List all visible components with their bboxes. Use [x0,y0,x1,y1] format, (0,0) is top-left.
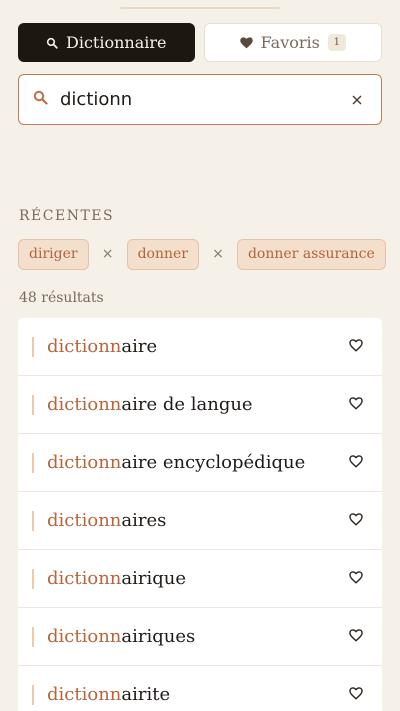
tab-dictionary[interactable]: Dictionnaire [18,23,195,62]
favorite-button[interactable] [344,567,368,591]
match-rest: airite [121,684,171,705]
match-rest: airique [121,568,186,589]
tab-favorites[interactable]: Favoris 1 [203,23,382,62]
heart-outline-icon [349,569,363,588]
row-accent-bar [32,452,34,473]
match-highlight: dictionn [47,684,122,705]
favorite-button[interactable] [344,625,368,649]
match-rest: aire [121,336,158,357]
heart-outline-icon [349,685,363,704]
remove-recent-button[interactable]: × [386,246,400,262]
favorite-button[interactable] [344,683,368,707]
match-highlight: dictionn [47,626,122,647]
heart-outline-icon [349,395,363,414]
favorite-button[interactable] [344,509,368,533]
row-accent-bar [32,568,34,589]
result-row[interactable]: dictionnaire [18,318,382,376]
recent-chip[interactable]: donner assurance [236,238,386,270]
tab-dictionary-label: Dictionnaire [66,33,167,52]
match-highlight: dictionn [47,336,122,357]
result-row[interactable]: dictionnaire de langue [18,376,382,434]
search-icon [33,90,48,109]
result-word: dictionnairique [47,568,344,589]
match-highlight: dictionn [47,568,122,589]
row-accent-bar [32,626,34,647]
result-word: dictionnaires [47,510,344,531]
match-highlight: dictionn [47,394,122,415]
row-accent-bar [32,510,34,531]
result-row[interactable]: dictionnaires [18,492,382,550]
heart-outline-icon [349,627,363,646]
result-word: dictionnaire [47,336,344,357]
favorites-count-badge: 1 [327,34,346,51]
search-input[interactable] [60,89,347,110]
mode-tabs: Dictionnaire Favoris 1 [18,23,382,62]
result-word: dictionnairiques [47,626,344,647]
recent-searches-heading: RÉCENTES [19,208,115,224]
heart-outline-icon [349,337,363,356]
result-row[interactable]: dictionnairite [18,666,382,711]
result-row[interactable]: dictionnairiques [18,608,382,666]
result-row[interactable]: dictionnairique [18,550,382,608]
match-rest: aire de langue [121,394,253,415]
match-highlight: dictionn [47,452,122,473]
search-icon [46,37,58,49]
row-accent-bar [32,684,34,705]
search-box [18,74,382,125]
recent-searches-list: diriger × donner × donner assurance × d [18,238,400,270]
favorite-button[interactable] [344,451,368,475]
heart-icon [239,36,253,49]
favorite-button[interactable] [344,393,368,417]
results-count: 48 résultats [19,290,104,306]
match-rest: aires [121,510,167,531]
recent-chip[interactable]: diriger [18,238,89,270]
match-highlight: dictionn [47,510,122,531]
heart-outline-icon [349,453,363,472]
recent-chip[interactable]: donner [126,238,199,270]
remove-recent-button[interactable]: × [89,246,127,262]
row-accent-bar [32,394,34,415]
match-rest: airiques [121,626,196,647]
result-row[interactable]: dictionnaire encyclopédique [18,434,382,492]
top-divider [120,7,280,9]
result-word: dictionnaire encyclopédique [47,452,344,473]
row-accent-bar [32,336,34,357]
results-list: dictionnaire dictionnaire de langue dict… [18,318,382,711]
match-rest: aire encyclopédique [121,452,306,473]
result-word: dictionnaire de langue [47,394,344,415]
remove-recent-button[interactable]: × [199,246,237,262]
tab-favorites-label: Favoris [260,33,320,52]
result-word: dictionnairite [47,684,344,705]
favorite-button[interactable] [344,335,368,359]
heart-outline-icon [349,511,363,530]
clear-search-button[interactable] [347,90,367,110]
close-icon [352,90,362,109]
